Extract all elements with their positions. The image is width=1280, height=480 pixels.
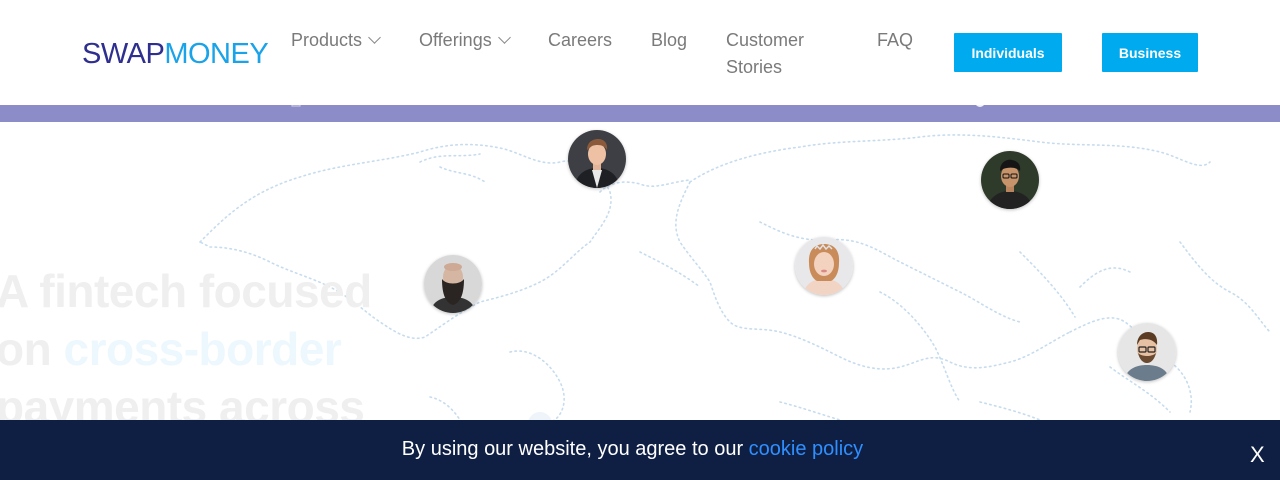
avatar-photo	[1118, 323, 1176, 381]
cookie-policy-link[interactable]: cookie policy	[749, 438, 864, 460]
cookie-text: By using our website, you agree to our	[401, 438, 749, 460]
nav-careers[interactable]: Careers	[548, 27, 612, 54]
headline-line-2: on cross-border	[0, 320, 372, 378]
nav-offerings[interactable]: Offerings	[419, 27, 511, 54]
nav-products[interactable]: Products	[291, 27, 381, 54]
customer-avatar-3	[795, 237, 853, 295]
nav-customer-stories[interactable]: Customer Stories	[726, 27, 826, 81]
nav-products-label: Products	[291, 30, 363, 50]
avatar-photo	[795, 237, 853, 295]
headline-accent: cross-border	[63, 323, 342, 375]
customer-avatar-2	[981, 151, 1039, 209]
business-button[interactable]: Business	[1102, 33, 1198, 72]
nav-offerings-label: Offerings	[419, 30, 492, 50]
customer-avatar-4	[424, 255, 482, 313]
nav-blog[interactable]: Blog	[651, 27, 687, 54]
individuals-button[interactable]: Individuals	[954, 33, 1062, 72]
cookie-consent-bar: By using our website, you agree to our c…	[0, 420, 1280, 480]
headline-line-3: payments across	[0, 381, 365, 420]
site-header: SWAPMONEY Products Offerings Careers Blo…	[0, 0, 1280, 105]
avatar-photo	[981, 151, 1039, 209]
swapmoney-logo[interactable]: SWAPMONEY	[82, 38, 269, 71]
hero-section: A fintech focused on cross-border paymen…	[0, 122, 1280, 420]
close-icon[interactable]: X	[1250, 442, 1265, 468]
announcement-banner	[0, 97, 1280, 122]
customer-avatar-1	[568, 130, 626, 188]
customer-avatar-5	[1118, 323, 1176, 381]
nav-faq[interactable]: FAQ	[877, 27, 913, 54]
avatar-photo	[568, 130, 626, 188]
logo-money: MONEY	[164, 38, 269, 70]
headline-on: on	[0, 323, 64, 375]
chevron-down-icon	[497, 31, 511, 44]
headline-line-1: A fintech focused	[0, 265, 372, 317]
cookie-message: By using our website, you agree to our c…	[0, 438, 1265, 461]
hero-headline: A fintech focused on cross-border paymen…	[0, 262, 372, 420]
logo-swap: SWAP	[82, 38, 165, 70]
chevron-down-icon	[368, 31, 381, 44]
avatar-photo	[424, 255, 482, 313]
